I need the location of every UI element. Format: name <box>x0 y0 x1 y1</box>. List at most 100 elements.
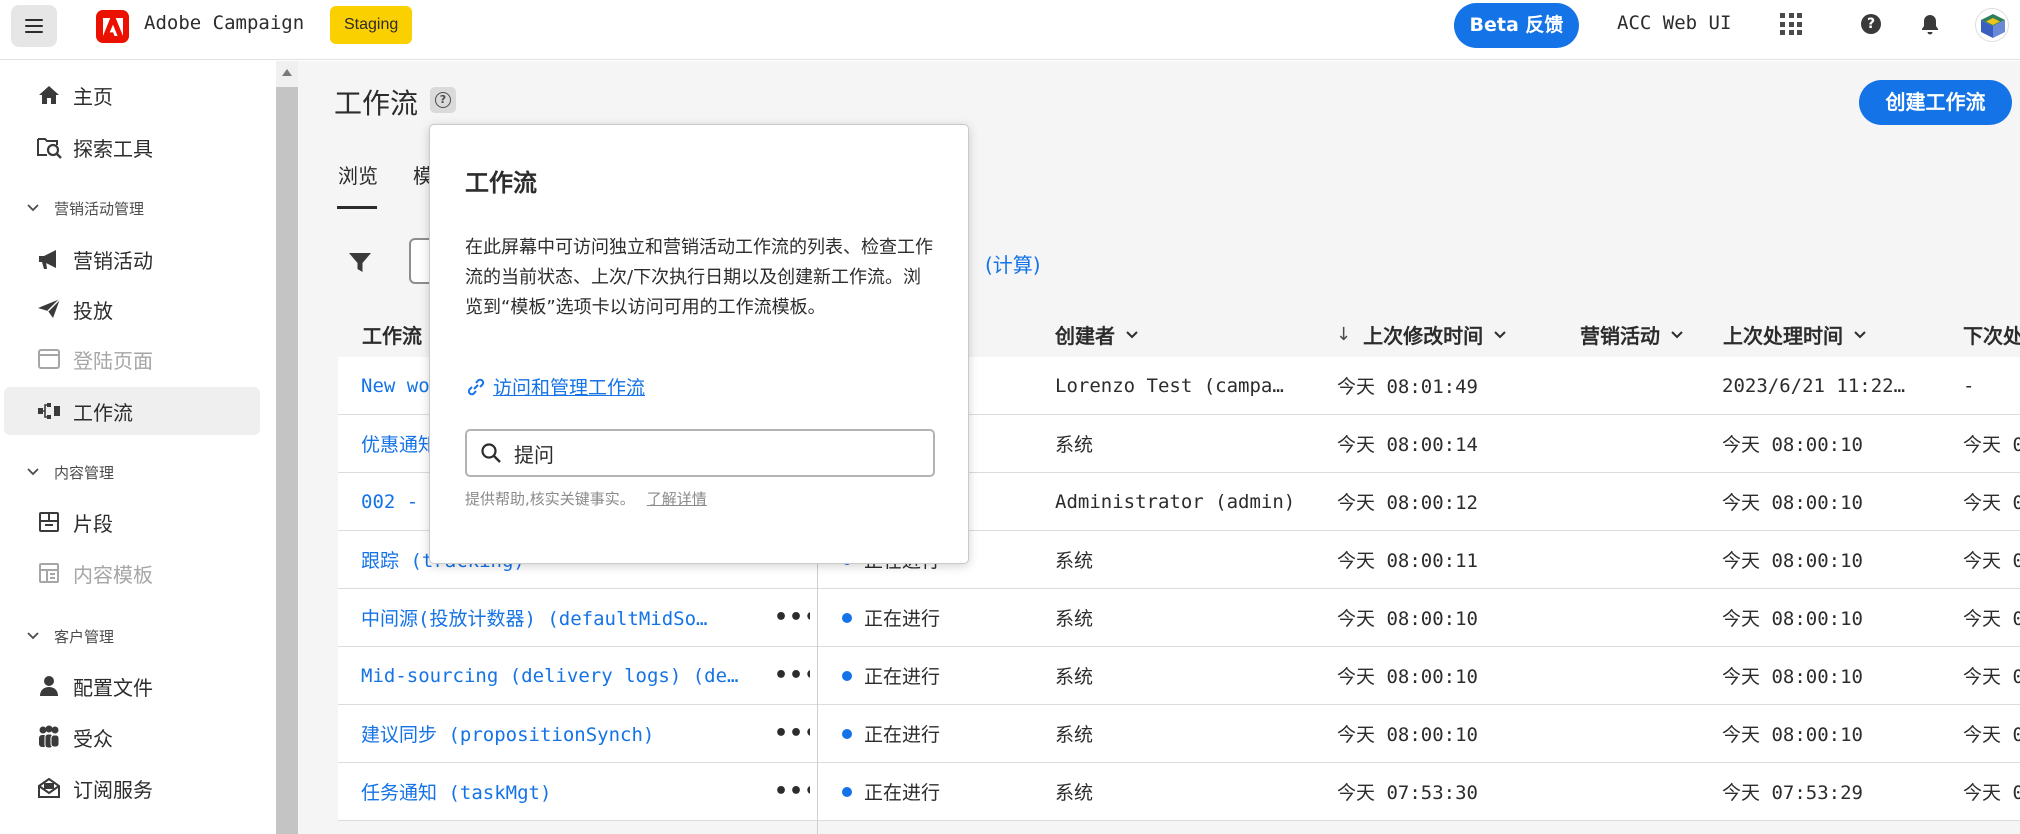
send-icon <box>36 296 62 322</box>
status-label: 正在进行 <box>864 666 941 688</box>
menu-icon[interactable] <box>11 5 57 47</box>
row-more-actions-icon[interactable]: ••• <box>774 647 810 704</box>
hint-text: 提供帮助,核实关键事实。 <box>465 490 635 508</box>
workflow-name-link[interactable]: 中间源(投放计数器) (defaultMidSo… <box>361 589 751 646</box>
sidebar-item-content-templates: 内容模板 <box>4 549 260 597</box>
landing-page-icon <box>36 346 62 372</box>
section-label: 内容管理 <box>54 463 115 482</box>
sidebar-item-explorer[interactable]: 探索工具 <box>4 123 260 171</box>
user-avatar[interactable] <box>1975 8 2009 42</box>
sidebar-scrollbar[interactable] <box>276 61 298 834</box>
row-more-actions-icon[interactable]: ••• <box>774 589 810 646</box>
status-dot-icon <box>842 786 852 797</box>
workflow-help-popover: 工作流 在此屏幕中可访问独立和营销活动工作流的列表、检查工作流的当前状态、上次/… <box>429 124 969 564</box>
home-icon <box>36 82 62 108</box>
status-dot-icon <box>842 612 852 623</box>
title-help-button[interactable]: ? <box>430 87 456 113</box>
chevron-down-icon <box>1854 330 1866 338</box>
section-content-management[interactable]: 内容管理 <box>26 457 114 487</box>
sidebar-item-label: 受众 <box>73 726 113 751</box>
campaign-cell <box>1580 357 1710 414</box>
creator-cell: Administrator (admin) <box>1055 490 1296 513</box>
workflow-name-link[interactable]: 任务通知 (taskMgt) <box>361 763 751 820</box>
creator-cell: 系统 <box>1055 782 1094 804</box>
creator-cell: 系统 <box>1055 608 1094 630</box>
learn-more-link[interactable]: 了解详情 <box>647 490 707 508</box>
sidebar-item-deliveries[interactable]: 投放 <box>4 285 260 333</box>
link-icon <box>467 378 485 395</box>
sidebar-item-subscription-services[interactable]: 订阅服务 <box>4 764 260 812</box>
last-processed-cell: 2023/6/21 11:22… <box>1722 374 1906 397</box>
last-modified-cell: 今天 08:00:11 <box>1337 550 1478 572</box>
column-header-next-processing[interactable]: 下次处 <box>1963 320 2020 349</box>
last-processed-cell: 今天 08:00:10 <box>1722 724 1863 746</box>
status-label: 正在进行 <box>864 724 941 746</box>
section-customer-management[interactable]: 客户管理 <box>26 621 114 651</box>
tab-browse[interactable]: 浏览 <box>338 160 378 189</box>
table-row[interactable]: Mid-sourcing (delivery logs) (de… ••• 正在… <box>338 647 2020 705</box>
access-manage-workflows-link[interactable]: 访问和管理工作流 <box>465 373 645 400</box>
sidebar-item-label: 投放 <box>73 298 113 323</box>
table-row[interactable]: 任务通知 (taskMgt) ••• 正在进行 系统 今天 07:53:30 今… <box>338 763 2020 821</box>
beta-feedback-button[interactable]: Beta 反馈 <box>1454 3 1579 48</box>
app-switcher-icon[interactable] <box>1780 13 1802 35</box>
last-processed-cell: 今天 08:00:10 <box>1722 550 1863 572</box>
column-header-creator[interactable]: 创建者 <box>1055 320 1139 349</box>
row-more-actions-icon[interactable]: ••• <box>774 763 810 820</box>
next-processing-cell: 今天 0 <box>1963 608 2020 630</box>
status-label: 正在进行 <box>864 782 941 804</box>
chevron-down-icon <box>27 632 39 640</box>
workflow-name-link[interactable]: 建议同步 (propositionSynch) <box>361 705 751 762</box>
column-header-last-processed[interactable]: 上次处理时间 <box>1723 320 1867 349</box>
sidebar: 主页 探索工具 营销活动管理 营销活动 投放 登陆页面 工作流 内容管理 片段 … <box>0 61 276 834</box>
sidebar-item-label: 探索工具 <box>73 136 153 161</box>
sort-descending-icon: ↓ <box>1336 324 1352 345</box>
scroll-up-arrow-icon[interactable] <box>282 69 292 76</box>
chevron-down-icon <box>1126 330 1138 338</box>
calculate-count-link[interactable]: (计算) <box>985 249 1041 278</box>
sidebar-item-fragments[interactable]: 片段 <box>4 498 260 546</box>
column-header-last-modified[interactable]: ↓ 上次修改时间 <box>1336 320 1507 349</box>
next-processing-cell: 今天 0 <box>1963 666 2020 688</box>
sidebar-item-campaigns[interactable]: 营销活动 <box>4 235 260 283</box>
column-header-campaign[interactable]: 营销活动 <box>1580 320 1684 349</box>
creator-cell: 系统 <box>1055 724 1094 746</box>
workflow-name-link[interactable]: Mid-sourcing (delivery logs) (de… <box>361 647 751 704</box>
ask-question-input[interactable]: 提问 <box>465 429 935 477</box>
filter-icon[interactable] <box>348 251 372 275</box>
sidebar-item-workflows[interactable]: 工作流 <box>4 387 260 435</box>
ask-placeholder: 提问 <box>514 442 554 467</box>
chevron-down-icon <box>1671 330 1683 338</box>
org-switcher[interactable]: ACC Web UI <box>1617 12 1731 34</box>
status-dot-icon <box>842 728 852 739</box>
sidebar-item-profiles[interactable]: 配置文件 <box>4 662 260 710</box>
sidebar-item-label: 配置文件 <box>73 675 153 700</box>
section-campaign-management[interactable]: 营销活动管理 <box>26 193 144 223</box>
column-header-name[interactable]: 工作流 <box>362 320 422 349</box>
status-cell: 正在进行 <box>842 589 1042 646</box>
sidebar-item-landing-pages: 登陆页面 <box>4 335 260 383</box>
table-row[interactable]: 建议同步 (propositionSynch) ••• 正在进行 系统 今天 0… <box>338 705 2020 763</box>
help-icon: ? <box>435 92 451 108</box>
campaign-cell <box>1580 763 1710 820</box>
app-name[interactable]: Adobe Campaign <box>144 12 304 34</box>
sidebar-item-home[interactable]: 主页 <box>4 71 260 119</box>
next-processing-cell: 今天 0 <box>1963 550 2020 572</box>
last-processed-cell: 今天 08:00:10 <box>1722 608 1863 630</box>
table-row[interactable]: 中间源(投放计数器) (defaultMidSo… ••• 正在进行 系统 今天… <box>338 589 2020 647</box>
row-more-actions-icon[interactable]: ••• <box>774 705 810 762</box>
notification-bell-icon[interactable] <box>1918 13 1942 37</box>
subscription-icon <box>36 775 62 801</box>
profile-icon <box>36 673 62 699</box>
campaign-cell <box>1580 473 1710 530</box>
scrollbar-thumb[interactable] <box>276 87 298 834</box>
status-cell: 正在进行 <box>842 705 1042 762</box>
sidebar-item-audiences[interactable]: 受众 <box>4 713 260 761</box>
create-workflow-button[interactable]: 创建工作流 <box>1859 80 2012 125</box>
help-icon[interactable]: ? <box>1861 14 1881 34</box>
sidebar-item-label: 内容模板 <box>73 562 153 587</box>
adobe-logo-icon[interactable] <box>96 10 129 43</box>
next-processing-cell: 今天 0 <box>1963 724 2020 746</box>
section-label: 客户管理 <box>54 627 115 646</box>
chevron-down-icon <box>27 204 39 212</box>
